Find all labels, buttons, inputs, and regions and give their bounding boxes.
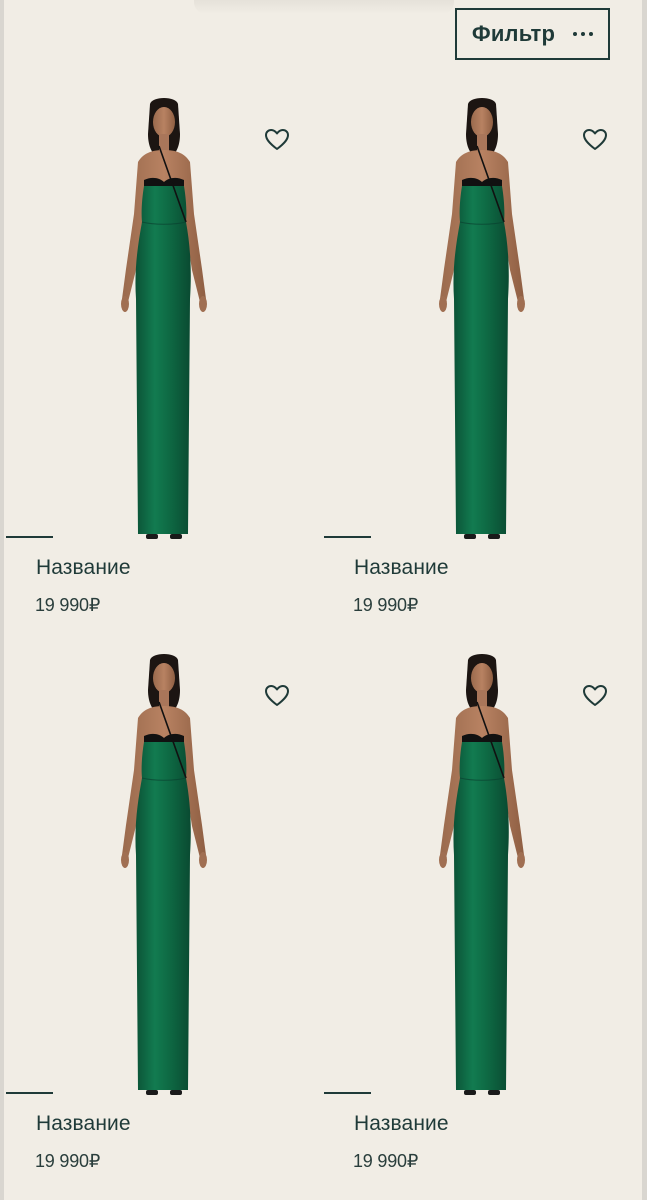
heart-outline-icon[interactable] bbox=[264, 684, 290, 708]
product-price: 19 990₽ bbox=[353, 1151, 419, 1171]
divider bbox=[6, 536, 53, 538]
heart-outline-icon[interactable] bbox=[582, 128, 608, 152]
product-image[interactable] bbox=[74, 94, 254, 539]
product-card[interactable]: Название 19 990₽ bbox=[4, 84, 322, 640]
product-image[interactable] bbox=[392, 650, 572, 1095]
product-name[interactable]: Название bbox=[354, 556, 449, 580]
product-image[interactable] bbox=[74, 650, 254, 1095]
product-card[interactable]: Название 19 990₽ bbox=[4, 640, 322, 1196]
product-card[interactable]: Название 19 990₽ bbox=[322, 640, 640, 1196]
product-price: 19 990₽ bbox=[353, 595, 419, 615]
product-name[interactable]: Название bbox=[354, 1112, 449, 1136]
product-name[interactable]: Название bbox=[36, 556, 131, 580]
divider bbox=[6, 1092, 53, 1094]
divider bbox=[324, 536, 371, 538]
heart-outline-icon[interactable] bbox=[582, 684, 608, 708]
divider bbox=[324, 1092, 371, 1094]
product-card[interactable]: Название 19 990₽ bbox=[322, 84, 640, 640]
product-image[interactable] bbox=[392, 94, 572, 539]
heart-outline-icon[interactable] bbox=[264, 128, 290, 152]
product-price: 19 990₽ bbox=[35, 595, 101, 615]
catalog-screen: Фильтр Название 19 990₽ Название 19 990₽… bbox=[4, 0, 642, 1200]
product-grid: Название 19 990₽ Название 19 990₽ Назван… bbox=[4, 0, 642, 1200]
product-price: 19 990₽ bbox=[35, 1151, 101, 1171]
product-name[interactable]: Название bbox=[36, 1112, 131, 1136]
